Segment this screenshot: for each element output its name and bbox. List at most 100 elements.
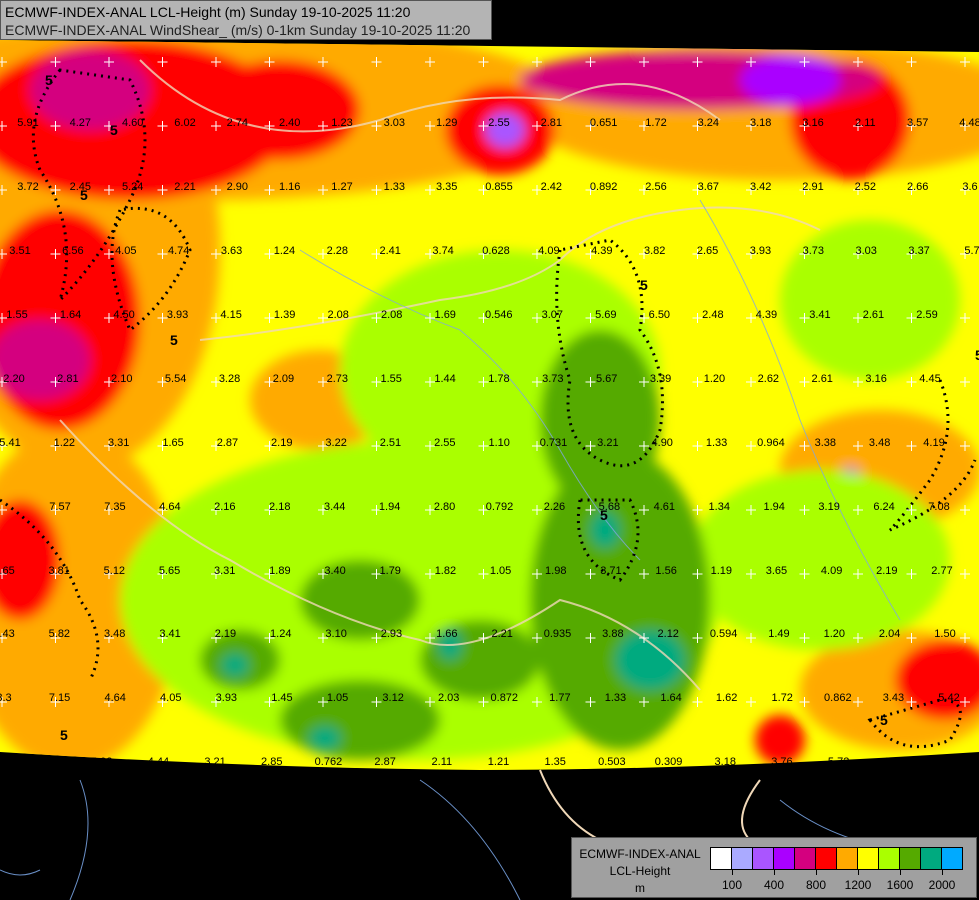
field-value-label: 1.55 [380,373,401,385]
field-value-label: 3.18 [715,756,736,768]
field-value-label: 1.21 [488,756,509,768]
field-value-label: 4.39 [591,245,612,257]
legend-swatch [816,848,837,869]
field-value-label: 4.74 [168,245,189,257]
field-value-label: 7.15 [49,692,70,704]
field-value-label: 3.57 [907,117,928,129]
field-value-label: 5.67 [596,373,617,385]
field-value-label: 2.18 [269,501,290,513]
field-value-label: 4.09 [538,245,559,257]
field-value-label: 5.41 [0,437,21,449]
field-value-label: 5.82 [49,628,70,640]
map-title-box: ECMWF-INDEX-ANAL LCL-Height (m) Sunday 1… [0,0,492,40]
field-value-label: 2.93 [381,628,402,640]
field-value-label: 1.94 [379,501,400,513]
field-value-label: 0.872 [491,692,519,704]
field-value-label: 2.09 [273,373,294,385]
contour-label: 5 [170,332,178,348]
field-value-label: 4.90 [652,437,673,449]
field-value-label: 4.45 [919,373,940,385]
field-value-label: 1.34 [709,501,730,513]
contour-label: 5 [60,727,68,743]
field-value-label: 1.66 [436,628,457,640]
field-value-label: 0.892 [590,181,618,193]
legend-swatch [732,848,753,869]
field-value-label: 1.64 [660,692,681,704]
field-value-label: 2.73 [327,373,348,385]
field-value-label: 4.44 [148,756,169,768]
field-value-label: 3.44 [324,501,345,513]
field-value-label: 2.04 [879,628,900,640]
field-value-label: 1.55 [6,309,27,321]
field-value-label: 0.964 [757,437,785,449]
field-value-label: 3.38 [815,437,836,449]
field-value-label: 1.98 [545,565,566,577]
field-value-label: 3.07 [542,309,563,321]
field-value-label: 3.21 [204,756,225,768]
field-value-label: 3.93 [750,245,771,257]
field-value-label: 1.33 [384,181,405,193]
field-value-label: 0.792 [486,501,514,513]
field-value-label: 4.19 [923,437,944,449]
field-value-label: 2.85 [261,756,282,768]
field-value-label: 3.41 [159,628,180,640]
field-value-label: 2.81 [541,117,562,129]
field-value-label: 2.55 [434,437,455,449]
field-value-label: 1.20 [704,373,725,385]
lcl-height-map: 5.91 4.27 4.60 6.02 2.74 2.40 1.23 3.03 1.29 2.55… [0,0,979,900]
field-value-label: 5.65 [159,565,180,577]
legend-tick-mark [732,869,733,875]
field-value-label: 1.77 [549,692,570,704]
field-value-label: 2.42 [541,181,562,193]
field-value-label: 3.71 [600,565,621,577]
field-value-label: 3.18 [750,117,771,129]
legend-swatch [837,848,858,869]
field-value-label: 3.81 [48,565,69,577]
field-value-label: 4.15 [220,309,241,321]
legend-tick-mark [774,869,775,875]
field-value-label: 3.65 [766,565,787,577]
field-value-label: 2.19 [876,565,897,577]
field-value-label: 2.80 [434,501,455,513]
field-value-label: 2.61 [812,373,833,385]
legend-tick-label: 400 [763,878,785,892]
field-value-label: 1.49 [768,628,789,640]
field-value-label: 4.27 [70,117,91,129]
field-value-label: 3.65 [0,565,15,577]
field-value-label: 0.762 [315,756,343,768]
legend-title: ECMWF-INDEX-ANAL LCL-Height m [576,846,704,897]
contour-label: 5 [640,277,648,293]
field-value-label: 0.935 [544,628,572,640]
field-value-label: 1.20 [824,628,845,640]
field-value-label: 2.90 [227,181,248,193]
field-value-label: 0.546 [485,309,513,321]
field-value-label: 4.48 [959,117,979,129]
field-value-label: 3.3 [0,692,12,704]
field-value-label: 1.64 [60,309,81,321]
field-value-label: 1.33 [605,692,626,704]
field-value-label: 2.77 [931,565,952,577]
field-value-label: 3.72 [17,181,38,193]
field-value-label: 0.628 [482,245,510,257]
field-value-label: 1.24 [274,245,295,257]
field-value-label: 4.64 [159,501,180,513]
field-value-label: 1.19 [711,565,732,577]
field-value-label: 2.87 [217,437,238,449]
field-value-label: 1.69 [435,309,456,321]
field-value-label: 3.19 [818,501,839,513]
field-value-label: 3.30 [885,756,906,768]
legend-tick-label: 1600 [886,878,914,892]
field-value-label: 7.35 [104,501,125,513]
field-value-label: 3.28 [34,756,55,768]
field-value-label: 1.05 [327,692,348,704]
field-value-label: 0.309 [655,756,683,768]
field-value-label: 2.19 [215,628,236,640]
field-value-label: 4.60 [122,117,143,129]
field-value-label: 2.56 [645,181,666,193]
field-value-label: 7.08 [928,501,949,513]
field-value-label: 3.22 [325,437,346,449]
legend-tick-mark [900,869,901,875]
field-value-label: 1.89 [269,565,290,577]
legend-swatch [879,848,900,869]
field-value-label: 7.57 [49,501,70,513]
